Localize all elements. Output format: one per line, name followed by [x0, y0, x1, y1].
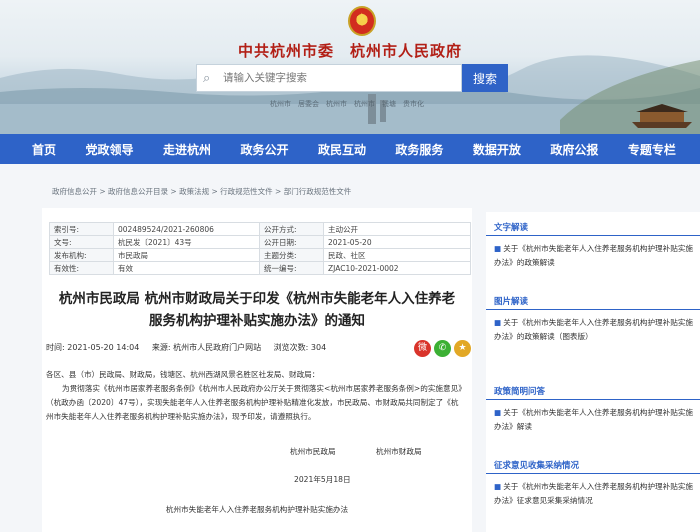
sidebar-item[interactable]: ■ 关于《杭州市失能老年人入住养老服务机构护理补贴实施办法》征求意见采集采纳情况: [486, 474, 700, 508]
body-paragraph: 为贯彻落实《杭州市居家养老服务条例》《杭州市人民政府办公厅关于贯彻落实<杭州市居…: [46, 384, 462, 421]
nav-open-data[interactable]: 数据开放: [473, 141, 521, 158]
signers: 杭州市民政局 杭州市财政局: [290, 446, 460, 457]
pavilion-boat-icon: [632, 104, 692, 128]
publish-time: 时间: 2021-05-20 14:04: [46, 343, 140, 352]
favorite-star-icon[interactable]: ★: [454, 340, 471, 357]
document-info-table: 索引号: 002489524/2021-260806 公开方式: 主动公开 文号…: [49, 222, 471, 275]
recipients-line: 各区、县（市）民政局、财政局，钱塘区、杭州西湖风景名胜区社发局、财政局：: [46, 370, 320, 379]
info-key: 主题分类:: [259, 248, 324, 262]
document-title-line: 服务机构护理补贴实施办法》的通知: [149, 313, 365, 329]
sidebar-block-text: 文字解读 ■ 关于《杭州市失能老年人入住养老服务机构护理补贴实施办法》的政策解读: [486, 220, 700, 270]
sidebar-heading: 文字解读: [486, 220, 700, 236]
bullet-icon: ■: [494, 482, 502, 491]
sidebar-block-image: 图片解读 ■ 关于《杭州市失能老年人入住养老服务机构护理补贴实施办法》的政策解读（…: [486, 294, 700, 344]
nav-services[interactable]: 政务服务: [395, 141, 443, 158]
nav-leaders[interactable]: 党政领导: [85, 141, 133, 158]
sidebar-link[interactable]: 关于《杭州市失能老年人入住养老服务机构护理补贴实施办法》征求意见采集采纳情况: [494, 482, 693, 505]
info-value: ZJAC10-2021-0002: [323, 261, 471, 275]
nav-gazette[interactable]: 政府公报: [550, 141, 598, 158]
info-key: 文号:: [49, 235, 114, 249]
header-banner: 中共杭州市委 杭州市人民政府 ⌕ 搜索 杭州市 居委会 杭州市 杭州市 钱塘 贵…: [0, 0, 700, 134]
info-key: 统一编号:: [259, 261, 324, 275]
info-value: 002489524/2021-260806: [113, 222, 260, 236]
nav-topics[interactable]: 专题专栏: [628, 141, 676, 158]
sidebar-link[interactable]: 关于《杭州市失能老年人入住养老服务机构护理补贴实施办法》解读: [494, 408, 693, 431]
sign-date: 2021年5月18日: [294, 475, 351, 484]
sidebar-block-feedback: 征求意见收集采纳情况 ■ 关于《杭州市失能老年人入住养老服务机构护理补贴实施办法》…: [486, 458, 700, 508]
wechat-share-icon[interactable]: ✆: [434, 340, 451, 357]
info-value: 市民政局: [113, 248, 260, 262]
document-body: 各区、县（市）民政局、财政局，钱塘区、杭州西湖风景名胜区社发局、财政局： 为贯彻…: [46, 368, 464, 424]
search-box[interactable]: ⌕: [196, 64, 462, 92]
signer: 杭州市财政局: [375, 447, 422, 456]
site-title: 中共杭州市委 杭州市人民政府: [237, 42, 462, 60]
info-value: 有效: [113, 261, 260, 275]
sidebar-link[interactable]: 关于《杭州市失能老年人入住养老服务机构护理补贴实施办法》的政策解读: [494, 244, 693, 267]
bullet-icon: ■: [494, 408, 502, 417]
info-key: 公开日期:: [259, 235, 324, 249]
nav-interaction[interactable]: 政民互动: [318, 141, 366, 158]
national-emblem-icon: [348, 6, 376, 36]
banner-strip-text: 杭州市 居委会 杭州市 杭州市 钱塘 贵市化: [270, 100, 424, 108]
search-input[interactable]: [223, 72, 453, 84]
sidebar-heading: 政策简明问答: [486, 384, 700, 400]
breadcrumb[interactable]: 政府信息公开 > 政府信息公开目录 > 政策法规 > 行政规范性文件 > 部门行…: [52, 186, 351, 197]
interpretation-sidebar: 文字解读 ■ 关于《杭州市失能老年人入住养老服务机构护理补贴实施办法》的政策解读 …: [486, 212, 700, 532]
info-key: 有效性:: [49, 261, 114, 275]
search-icon: ⌕: [203, 70, 211, 86]
info-value: 民政、社区: [323, 248, 471, 262]
sidebar-heading: 征求意见收集采纳情况: [486, 458, 700, 474]
main-nav: 首页 党政领导 走进杭州 政务公开 政民互动 政务服务 数据开放 政府公报 专题…: [0, 134, 700, 164]
view-count: 浏览次数: 304: [273, 343, 327, 352]
nav-gov-disclosure[interactable]: 政务公开: [240, 141, 288, 158]
signer: 杭州市民政局: [290, 447, 336, 456]
document-title: 杭州市民政局 杭州市财政局关于印发《杭州市失能老年人入住养老 服务机构护理补贴实…: [42, 288, 472, 332]
table-row: 索引号: 002489524/2021-260806 公开方式: 主动公开: [49, 222, 471, 236]
search-button[interactable]: 搜索: [462, 64, 508, 92]
document-meta: 时间: 2021-05-20 14:04 来源: 杭州市人民政府门户网站 浏览次…: [46, 342, 336, 353]
table-row: 发布机构: 市民政局 主题分类: 民政、社区: [49, 248, 471, 262]
bullet-icon: ■: [494, 318, 502, 327]
sidebar-item[interactable]: ■ 关于《杭州市失能老年人入住养老服务机构护理补贴实施办法》的政策解读（图表版）: [486, 310, 700, 344]
weibo-share-icon[interactable]: 微: [414, 340, 431, 357]
nav-about-hangzhou[interactable]: 走进杭州: [163, 141, 211, 158]
bullet-icon: ■: [494, 244, 502, 253]
table-row: 文号: 杭民发〔2021〕43号 公开日期: 2021-05-20: [49, 235, 471, 249]
sidebar-heading: 图片解读: [486, 294, 700, 310]
sidebar-link[interactable]: 关于《杭州市失能老年人入住养老服务机构护理补贴实施办法》的政策解读（图表版）: [494, 318, 693, 341]
sidebar-block-qa: 政策简明问答 ■ 关于《杭州市失能老年人入住养老服务机构护理补贴实施办法》解读: [486, 384, 700, 434]
info-key: 发布机构:: [49, 248, 114, 262]
attachment-title: 杭州市失能老年人入住养老服务机构护理补贴实施办法: [165, 505, 349, 514]
info-key: 公开方式:: [259, 222, 324, 236]
info-value: 杭民发〔2021〕43号: [113, 235, 260, 249]
sidebar-item[interactable]: ■ 关于《杭州市失能老年人入住养老服务机构护理补贴实施办法》解读: [486, 400, 700, 434]
table-row: 有效性: 有效 统一编号: ZJAC10-2021-0002: [49, 261, 471, 275]
sidebar-item[interactable]: ■ 关于《杭州市失能老年人入住养老服务机构护理补贴实施办法》的政策解读: [486, 236, 700, 270]
document-title-line: 杭州市民政局 杭州市财政局关于印发《杭州市失能老年人入住养老: [58, 291, 456, 307]
document-panel: 索引号: 002489524/2021-260806 公开方式: 主动公开 文号…: [42, 208, 472, 532]
info-key: 索引号:: [49, 222, 114, 236]
info-value: 主动公开: [323, 222, 471, 236]
publish-source: 来源: 杭州市人民政府门户网站: [151, 343, 262, 352]
nav-home[interactable]: 首页: [32, 141, 56, 158]
info-value: 2021-05-20: [323, 235, 471, 249]
